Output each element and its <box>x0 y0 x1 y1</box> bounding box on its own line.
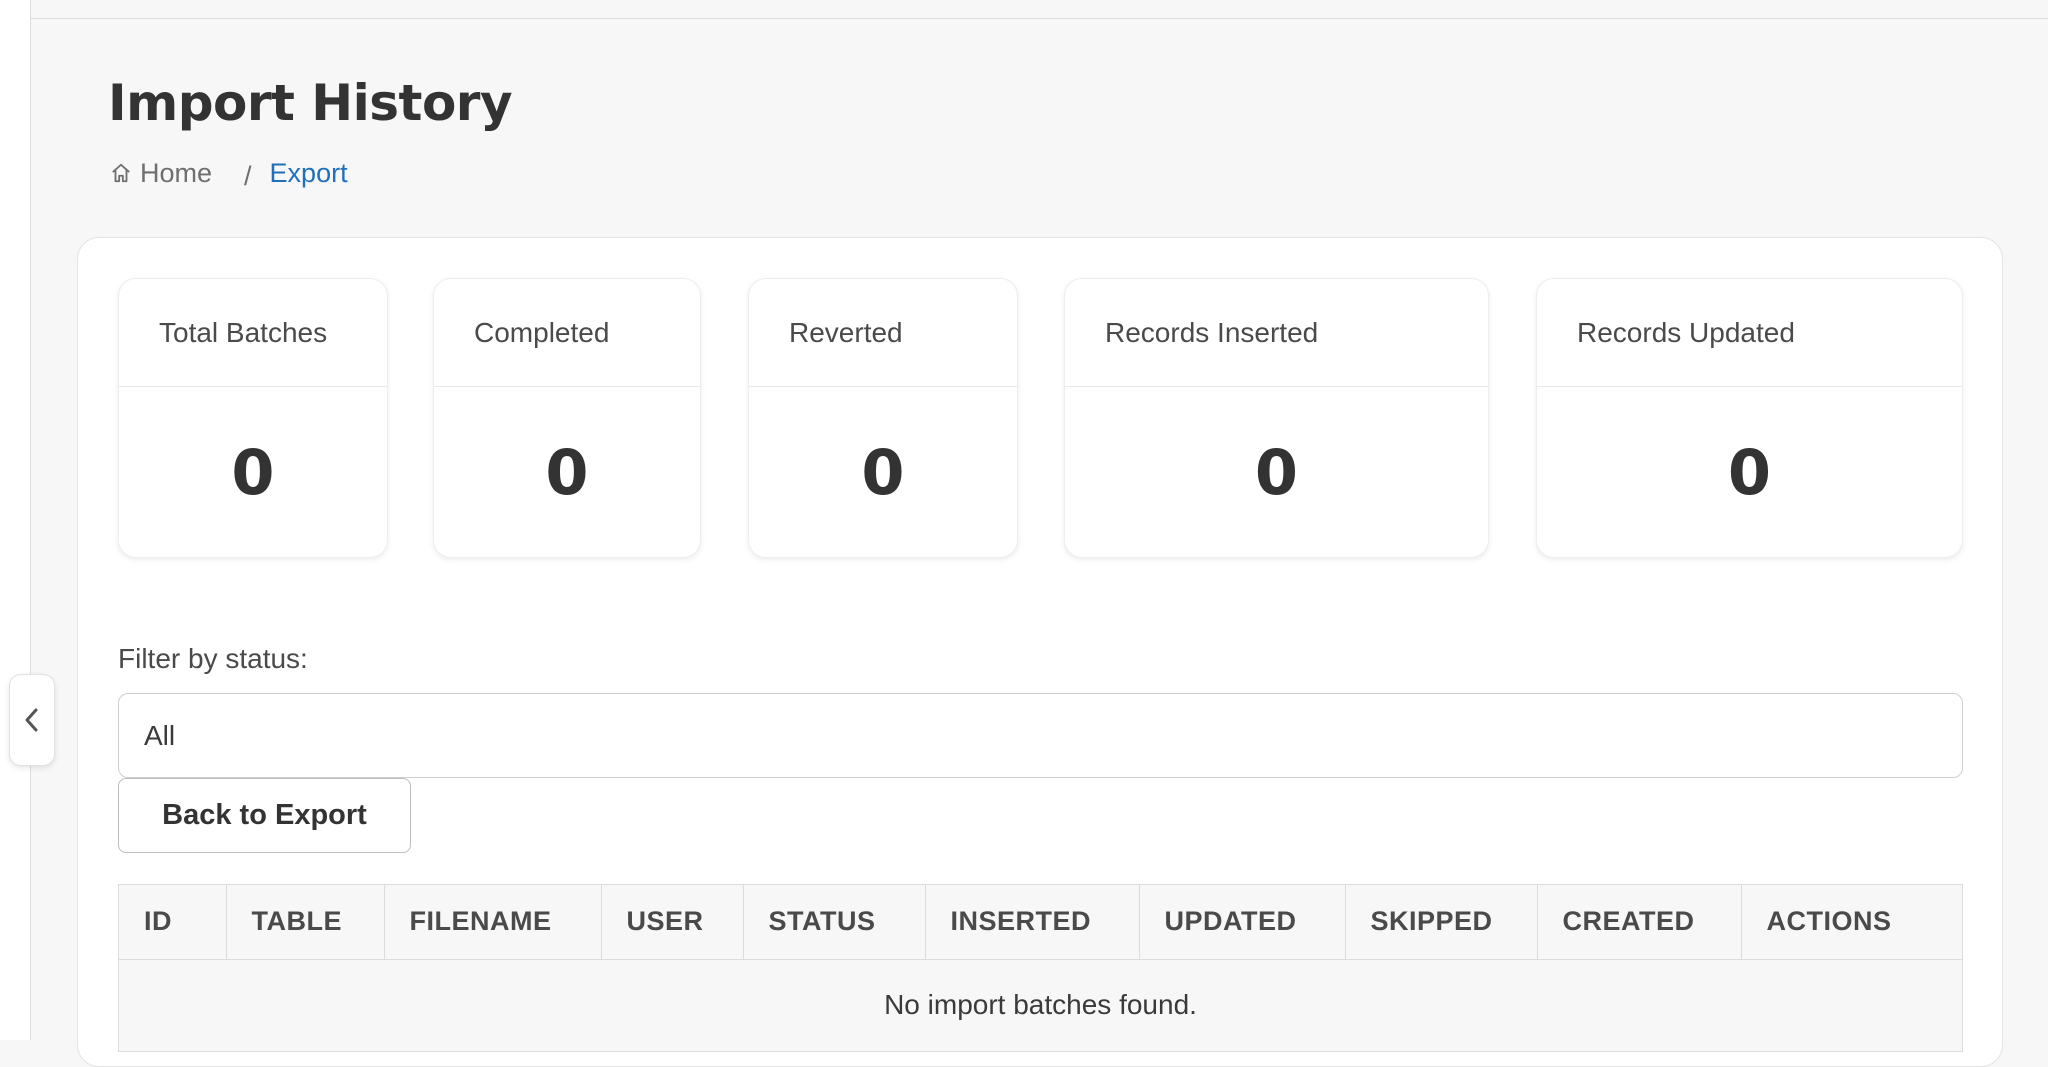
top-bar <box>31 0 2048 19</box>
column-header-id[interactable]: ID <box>119 885 227 960</box>
stat-label: Records Updated <box>1537 279 1962 387</box>
stat-card-completed: Completed 0 <box>433 278 701 558</box>
breadcrumb-home-label: Home <box>140 157 213 188</box>
left-rail <box>0 0 31 1040</box>
breadcrumb: Home / Export <box>110 156 348 191</box>
filter-status-select[interactable]: All <box>118 693 1963 778</box>
stat-value: 0 <box>545 435 589 509</box>
sidebar-toggle-button[interactable] <box>9 674 55 766</box>
stat-card-records-inserted: Records Inserted 0 <box>1064 278 1489 558</box>
stat-label: Reverted <box>749 279 1017 387</box>
stat-label: Total Batches <box>119 279 387 387</box>
table-row: No import batches found. <box>119 959 1962 1051</box>
chevron-left-icon <box>25 708 38 732</box>
table-empty-message: No import batches found. <box>119 959 1962 1051</box>
column-header-status[interactable]: STATUS <box>743 885 926 960</box>
stat-card-total-batches: Total Batches 0 <box>118 278 388 558</box>
stat-value: 0 <box>861 435 905 509</box>
table-header-row: ID TABLE FILENAME USER STATUS INSERTED U… <box>119 885 1962 960</box>
column-header-skipped[interactable]: SKIPPED <box>1345 885 1538 960</box>
column-header-filename[interactable]: FILENAME <box>384 885 602 960</box>
column-header-updated[interactable]: UPDATED <box>1139 885 1346 960</box>
breadcrumb-separator: / <box>244 160 252 191</box>
filter-status-label: Filter by status: <box>118 643 308 674</box>
stat-label: Records Inserted <box>1065 279 1488 387</box>
filter-status-selected-value: All <box>144 719 176 751</box>
stat-value: 0 <box>1727 435 1772 509</box>
stat-value: 0 <box>1254 435 1299 509</box>
page-title: Import History <box>108 74 513 132</box>
column-header-inserted[interactable]: INSERTED <box>925 885 1140 960</box>
home-icon <box>112 163 130 183</box>
back-to-export-button[interactable]: Back to Export <box>118 778 411 853</box>
column-header-table[interactable]: TABLE <box>226 885 385 960</box>
breadcrumb-current-link[interactable]: Export <box>270 158 348 189</box>
breadcrumb-home-link[interactable]: Home <box>110 158 212 189</box>
column-header-actions: ACTIONS <box>1741 885 1962 960</box>
stat-label: Completed <box>434 279 700 387</box>
stat-value: 0 <box>231 435 275 509</box>
stat-card-records-updated: Records Updated 0 <box>1536 278 1963 558</box>
column-header-user[interactable]: USER <box>601 885 744 960</box>
import-batches-table: ID TABLE FILENAME USER STATUS INSERTED U… <box>118 884 1963 1052</box>
stat-card-reverted: Reverted 0 <box>748 278 1018 558</box>
import-history-panel: Total Batches 0 Completed 0 Reverted 0 R… <box>77 237 2003 1067</box>
column-header-created[interactable]: CREATED <box>1537 885 1742 960</box>
